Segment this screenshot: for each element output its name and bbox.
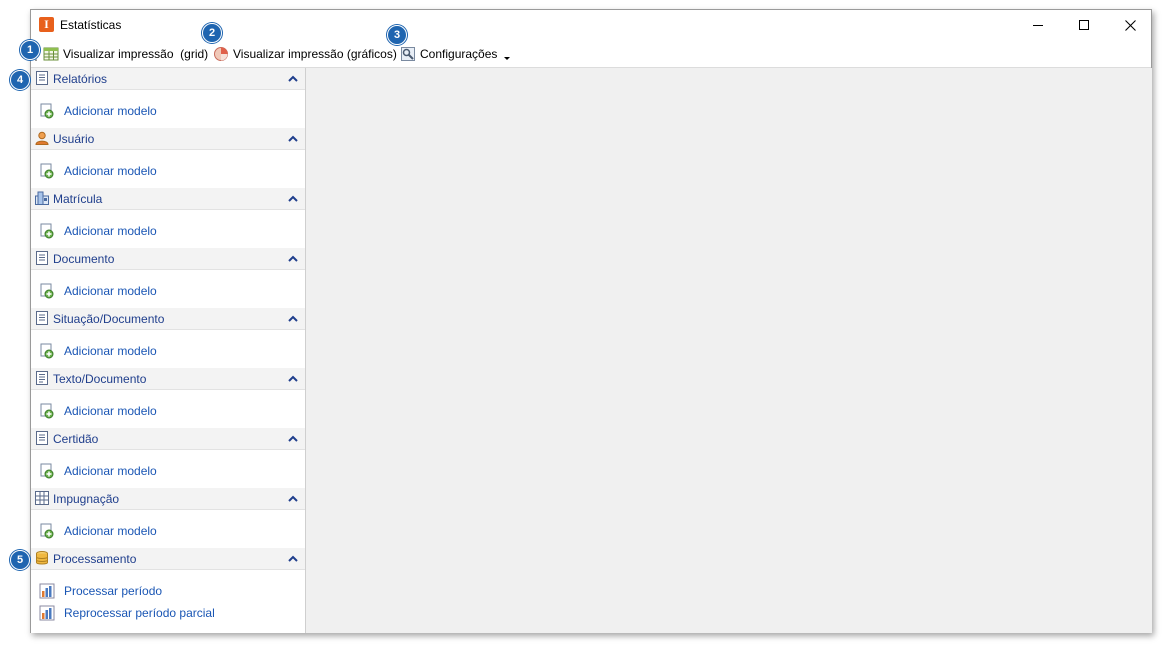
group-title: Relatórios (53, 72, 108, 86)
pie-chart-icon (214, 47, 228, 61)
group-title: Matrícula (53, 192, 103, 206)
link-label: Adicionar modelo (64, 524, 157, 538)
group-header-situacao-documento[interactable]: Situação/Documento (31, 308, 305, 330)
window-title: Estatísticas (60, 18, 122, 32)
add-model-link-impugnacao[interactable]: Adicionar modelo (39, 522, 157, 540)
close-icon (1124, 20, 1136, 31)
minimize-button[interactable] (1015, 10, 1061, 41)
text-document-icon (36, 371, 48, 385)
group-title: Certidão (53, 432, 99, 446)
group-header-documento[interactable]: Documento (31, 248, 305, 270)
link-label: Adicionar modelo (64, 344, 157, 358)
group-title: Texto/Documento (53, 372, 147, 386)
chevron-up-icon[interactable] (288, 135, 298, 142)
document-icon (36, 431, 48, 445)
chevron-up-icon[interactable] (288, 555, 298, 562)
add-document-icon (40, 463, 54, 479)
group-header-processamento[interactable]: Processamento (31, 548, 305, 570)
settings-button[interactable]: Configurações (400, 45, 497, 63)
callout-badge-1: 1 (20, 40, 40, 60)
maximize-button[interactable] (1061, 10, 1107, 41)
group-header-usuario[interactable]: Usuário (31, 128, 305, 150)
document-icon (36, 311, 48, 325)
callout-badge-3: 3 (387, 25, 407, 45)
document-icon (36, 71, 48, 85)
bar-chart-icon (39, 583, 55, 599)
chevron-up-icon[interactable] (288, 195, 298, 202)
add-document-icon (40, 343, 54, 359)
callout-badge-4: 4 (10, 70, 30, 90)
chevron-up-icon[interactable] (288, 435, 298, 442)
add-model-link-matricula[interactable]: Adicionar modelo (39, 222, 157, 240)
chevron-up-icon[interactable] (288, 75, 298, 82)
minimize-icon (1032, 25, 1043, 26)
group-title: Documento (53, 252, 115, 266)
print-preview-charts-label: Visualizar impressão (gráficos) (233, 47, 397, 61)
settings-label: Configurações (420, 47, 498, 61)
chevron-up-icon[interactable] (288, 315, 298, 322)
toolbar: Visualizar impressão (grid) Visualizar i… (31, 41, 1151, 68)
group-header-impugnacao[interactable]: Impugnação (31, 488, 305, 510)
main-content-area (306, 68, 1152, 633)
add-model-link-usuario[interactable]: Adicionar modelo (39, 162, 157, 180)
add-document-icon (40, 523, 54, 539)
building-icon (35, 191, 49, 205)
process-period-link[interactable]: Processar período (39, 582, 162, 600)
link-label: Adicionar modelo (64, 104, 157, 118)
link-label: Adicionar modelo (64, 284, 157, 298)
add-document-icon (40, 103, 54, 119)
add-model-link-certidao[interactable]: Adicionar modelo (39, 462, 157, 480)
add-document-icon (40, 223, 54, 239)
grid-view-icon (43, 47, 59, 61)
group-title: Impugnação (53, 492, 120, 506)
print-preview-grid-label: Visualizar impressão (grid) (63, 47, 209, 61)
reprocess-partial-period-link[interactable]: Reprocessar período parcial (39, 604, 215, 622)
add-model-link-documento[interactable]: Adicionar modelo (39, 282, 157, 300)
add-document-icon (40, 283, 54, 299)
app-icon: I (39, 17, 54, 32)
link-label: Processar período (64, 584, 163, 598)
add-document-icon (40, 403, 54, 419)
sidebar: Relatórios Adicionar modelo Usuário Adic… (31, 68, 306, 633)
group-header-relatorios[interactable]: Relatórios (31, 68, 305, 90)
close-button[interactable] (1107, 10, 1153, 41)
link-label: Adicionar modelo (64, 404, 157, 418)
group-title: Usuário (53, 132, 95, 146)
chevron-up-icon[interactable] (288, 255, 298, 262)
link-label: Reprocessar período parcial (64, 606, 215, 620)
maximize-icon (1078, 20, 1089, 30)
group-header-matricula[interactable]: Matrícula (31, 188, 305, 210)
user-icon (35, 131, 49, 145)
print-preview-grid-button[interactable]: Visualizar impressão (grid) (43, 45, 208, 63)
link-label: Adicionar modelo (64, 224, 157, 238)
link-label: Adicionar modelo (64, 464, 157, 478)
group-title: Situação/Documento (53, 312, 165, 326)
database-icon (36, 551, 48, 565)
callout-badge-2: 2 (202, 23, 222, 43)
grid-document-icon (35, 491, 49, 505)
statistics-window: I Estatísticas Visualizar impressão (gri… (30, 9, 1152, 633)
bar-chart-icon (39, 605, 55, 621)
add-model-link-relatorios[interactable]: Adicionar modelo (39, 102, 157, 120)
group-header-texto-documento[interactable]: Texto/Documento (31, 368, 305, 390)
print-preview-charts-button[interactable]: Visualizar impressão (gráficos) (213, 45, 397, 63)
chevron-up-icon[interactable] (288, 495, 298, 502)
group-header-certidao[interactable]: Certidão (31, 428, 305, 450)
callout-badge-5: 5 (10, 550, 30, 570)
settings-dropdown-caret[interactable] (504, 57, 510, 60)
add-model-link-texto-documento[interactable]: Adicionar modelo (39, 402, 157, 420)
link-label: Adicionar modelo (64, 164, 157, 178)
chevron-up-icon[interactable] (288, 375, 298, 382)
document-icon (36, 251, 48, 265)
settings-icon (401, 47, 415, 61)
group-title: Processamento (53, 552, 137, 566)
add-model-link-situacao-documento[interactable]: Adicionar modelo (39, 342, 157, 360)
title-bar: I Estatísticas (31, 10, 1151, 41)
add-document-icon (40, 163, 54, 179)
